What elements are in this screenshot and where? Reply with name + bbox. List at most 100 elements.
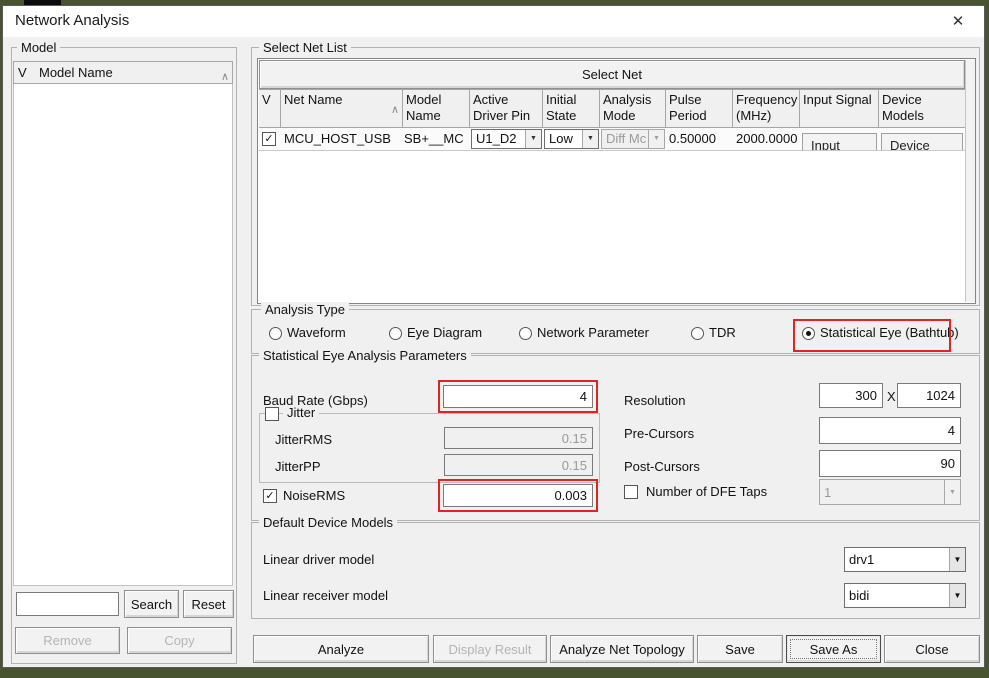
radio-tdr[interactable] [691,327,704,340]
net-row-checkbox[interactable]: ✓ [262,132,276,146]
net-table-scrollbar[interactable] [965,60,975,302]
post-cursors-input[interactable] [819,450,961,477]
row-initial-state-cell: Low ▼ [543,128,600,150]
model-name-header-label: Model Name [39,65,113,80]
dfe-taps-value: 1 [820,485,944,500]
row-device-models-cell: Device [879,128,965,150]
col-header-device-models[interactable]: Device Models [879,89,965,128]
col-header-active-driver-pin[interactable]: Active Driver Pin [470,89,543,128]
select-net-button[interactable]: Select Net [259,60,965,89]
col-header-pulse-period[interactable]: Pulse Period [666,89,733,128]
radio-statistical-eye[interactable] [802,327,815,340]
col-header-model-name[interactable]: Model Name [403,89,470,128]
noise-rms-label: NoiseRMS [283,488,345,503]
active-driver-pin-value: U1_D2 [472,130,525,148]
sort-asc-icon: ∧ [221,67,229,84]
sort-asc-icon: ∧ [391,102,399,118]
initial-state-value: Low [545,130,582,148]
model-check-column-header[interactable]: V [13,61,36,84]
stat-eye-params-label: Statistical Eye Analysis Parameters [259,348,471,363]
linear-receiver-model-value: bidi [845,588,949,603]
post-cursors-label: Post-Cursors [624,459,700,474]
jitter-rms-input[interactable] [444,427,593,449]
analysis-mode-value: Diff Mc [602,130,648,148]
radio-eye-diagram-label: Eye Diagram [407,325,482,340]
net-table-row: ✓ MCU_HOST_USB SB+__MC U1_D2 ▼ Low ▼ Dif… [259,128,965,151]
model-list[interactable] [13,84,233,586]
row-net-name-cell[interactable]: MCU_HOST_USB [281,128,403,150]
search-button[interactable]: Search [124,590,179,618]
analyze-net-topology-button[interactable]: Analyze Net Topology [550,635,694,663]
row-model-name-cell[interactable]: SB+__MC [403,128,470,150]
net-table-header-row: V Net Name ∧ Model Name Active Driver Pi… [259,89,965,128]
chevron-down-icon: ▼ [648,130,664,148]
col-header-analysis-mode[interactable]: Analysis Mode [600,89,666,128]
noise-rms-input[interactable] [443,484,593,507]
dfe-taps-checkbox[interactable] [624,485,638,499]
radio-network-parameter-label: Network Parameter [537,325,649,340]
col-header-net-name-label: Net Name [284,92,343,107]
noise-rms-checkbox[interactable]: ✓ [263,489,277,503]
analysis-type-label: Analysis Type [261,302,349,317]
linear-receiver-model-dropdown[interactable]: bidi ▼ [844,583,966,608]
reset-button[interactable]: Reset [183,590,234,618]
radio-eye-diagram[interactable] [389,327,402,340]
select-net-list-label: Select Net List [259,40,351,55]
input-signal-button[interactable]: Input [802,133,877,150]
col-header-check[interactable]: V [259,89,281,128]
save-as-button[interactable]: Save As [786,635,881,663]
close-button[interactable]: Close [884,635,980,663]
close-icon[interactable]: ✕ [942,8,974,35]
dialog-title: Network Analysis [15,12,129,29]
initial-state-dropdown[interactable]: Low ▼ [544,129,599,149]
radio-tdr-label: TDR [709,325,736,340]
model-group-label: Model [17,40,60,55]
default-device-models-label: Default Device Models [259,515,397,530]
remove-button[interactable]: Remove [15,627,120,654]
linear-driver-model-dropdown[interactable]: drv1 ▼ [844,547,966,572]
row-analysis-mode-cell: Diff Mc ▼ [600,128,666,150]
row-input-signal-cell: Input [800,128,879,150]
radio-statistical-eye-label: Statistical Eye (Bathtub) [820,325,959,340]
resolution-label: Resolution [624,393,685,408]
linear-driver-model-value: drv1 [845,552,949,567]
active-driver-pin-dropdown[interactable]: U1_D2 ▼ [471,129,542,149]
copy-button[interactable]: Copy [127,627,232,654]
jitter-label: Jitter [283,405,319,420]
title-bar: Network Analysis ✕ [3,6,984,37]
jitter-pp-label: JitterPP [275,459,321,474]
chevron-down-icon: ▼ [949,584,965,607]
chevron-down-icon: ▼ [525,130,541,148]
jitter-checkbox[interactable] [265,407,279,421]
jitter-pp-input[interactable] [444,454,593,476]
device-models-button[interactable]: Device [881,133,963,150]
chevron-down-icon: ▼ [582,130,598,148]
analyze-button[interactable]: Analyze [253,635,429,663]
row-pulse-period-cell[interactable]: 0.50000 [666,128,733,150]
col-header-input-signal[interactable]: Input Signal [800,89,879,128]
model-search-input[interactable] [16,592,119,616]
radio-waveform-label: Waveform [287,325,346,340]
network-analysis-dialog: Network Analysis ✕ Model V Model Name ∧ … [2,5,985,668]
col-header-initial-state[interactable]: Initial State [543,89,600,128]
model-name-column-header[interactable]: Model Name ∧ [35,61,233,84]
row-frequency-cell[interactable]: 2000.0000 [733,128,800,150]
radio-network-parameter[interactable] [519,327,532,340]
display-result-button[interactable]: Display Result [433,635,547,663]
resolution-y-input[interactable] [897,383,961,408]
pre-cursors-input[interactable] [819,417,961,444]
jitter-rms-label: JitterRMS [275,432,332,447]
resolution-x-input[interactable] [819,383,883,408]
dfe-taps-label: Number of DFE Taps [646,484,767,499]
analysis-mode-dropdown[interactable]: Diff Mc ▼ [601,129,665,149]
dfe-taps-dropdown[interactable]: 1 ▼ [819,479,961,505]
baud-rate-input[interactable] [443,385,593,408]
col-header-net-name[interactable]: Net Name ∧ [281,89,403,128]
col-header-frequency[interactable]: Frequency (MHz) [733,89,800,128]
radio-waveform[interactable] [269,327,282,340]
chevron-down-icon: ▼ [944,480,960,504]
row-active-driver-pin-cell: U1_D2 ▼ [470,128,543,150]
save-button[interactable]: Save [697,635,783,663]
row-check-cell: ✓ [259,128,281,150]
linear-driver-model-label: Linear driver model [263,552,374,567]
